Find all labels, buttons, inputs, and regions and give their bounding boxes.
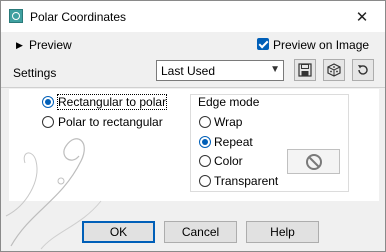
color-radio[interactable] bbox=[199, 155, 211, 167]
dice-icon bbox=[327, 63, 341, 77]
transparent-label[interactable]: Transparent bbox=[214, 174, 278, 188]
transparent-radio[interactable] bbox=[199, 175, 211, 187]
save-preset-button[interactable] bbox=[294, 59, 316, 81]
edge-mode-title: Edge mode bbox=[198, 95, 260, 109]
rect-to-polar-radio[interactable] bbox=[42, 96, 54, 108]
preview-on-image-label[interactable]: Preview on Image bbox=[273, 38, 369, 52]
wrap-radio[interactable] bbox=[199, 116, 211, 128]
settings-label: Settings bbox=[13, 66, 57, 80]
ok-button[interactable]: OK bbox=[82, 221, 155, 243]
close-button[interactable]: ✕ bbox=[339, 1, 385, 32]
cancel-label: Cancel bbox=[181, 225, 220, 239]
randomize-button[interactable] bbox=[323, 59, 345, 81]
preview-toggle[interactable]: Preview bbox=[29, 38, 72, 52]
reset-icon bbox=[358, 65, 368, 75]
preset-value: Last Used bbox=[161, 64, 216, 78]
divider bbox=[1, 87, 385, 88]
preview-on-image-checkbox[interactable] bbox=[257, 38, 269, 50]
color-swatch[interactable] bbox=[287, 149, 340, 174]
repeat-radio[interactable] bbox=[199, 136, 211, 148]
chevron-right-icon[interactable]: ▶ bbox=[16, 40, 23, 51]
help-button[interactable]: Help bbox=[246, 221, 319, 243]
polar-to-rect-label[interactable]: Polar to rectangular bbox=[58, 115, 163, 129]
save-icon bbox=[298, 63, 312, 77]
close-icon: ✕ bbox=[355, 8, 369, 26]
color-label[interactable]: Color bbox=[214, 154, 243, 168]
cancel-button[interactable]: Cancel bbox=[164, 221, 237, 243]
dialog-window: Polar Coordinates ✕ ▶ Preview Preview on… bbox=[0, 0, 386, 252]
ok-label: OK bbox=[109, 225, 128, 239]
polar-to-rect-radio[interactable] bbox=[42, 116, 54, 128]
reset-button[interactable] bbox=[352, 59, 374, 81]
no-color-icon bbox=[305, 153, 322, 170]
chevron-down-icon: ▼ bbox=[270, 64, 280, 75]
rect-to-polar-label[interactable]: Rectangular to polar bbox=[56, 94, 168, 110]
app-icon bbox=[9, 9, 23, 23]
window-title: Polar Coordinates bbox=[30, 10, 127, 24]
wrap-label[interactable]: Wrap bbox=[214, 115, 242, 129]
preset-dropdown[interactable]: Last Used ▼ bbox=[156, 60, 284, 81]
help-label: Help bbox=[270, 225, 295, 239]
title-bar: Polar Coordinates ✕ bbox=[1, 1, 385, 32]
repeat-label[interactable]: Repeat bbox=[214, 135, 253, 149]
